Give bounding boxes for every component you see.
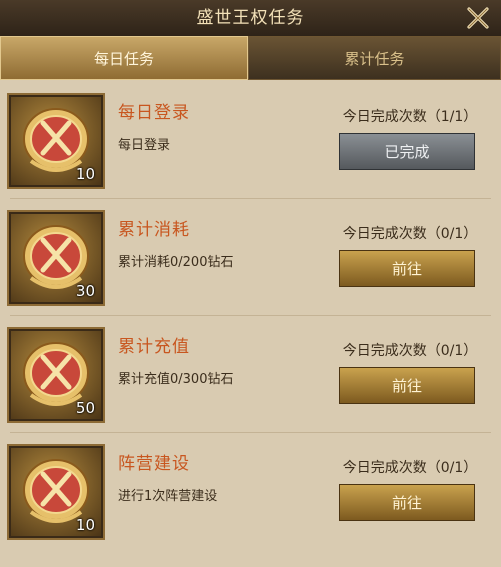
- tab-bar: 每日任务 累计任务: [0, 36, 501, 80]
- reward-item[interactable]: 10: [7, 444, 105, 540]
- task-name: 累计消耗: [118, 220, 190, 240]
- task-row: 10 阵营建设 进行1次阵营建设 今日完成次数（0/1） 前往: [0, 433, 501, 550]
- reward-count: 10: [75, 165, 95, 183]
- task-desc: 累计充值0/300钻石: [118, 372, 234, 387]
- task-desc: 累计消耗0/200钻石: [118, 255, 234, 270]
- task-name: 累计充值: [118, 337, 190, 357]
- task-desc: 进行1次阵营建设: [118, 489, 218, 504]
- tab-daily-tasks[interactable]: 每日任务: [0, 36, 248, 80]
- title-bar: 盛世王权任务: [0, 0, 501, 37]
- task-desc: 每日登录: [118, 138, 171, 153]
- reward-count: 50: [75, 399, 95, 417]
- go-button[interactable]: 前往: [339, 250, 475, 287]
- completed-button[interactable]: 已完成: [339, 133, 475, 170]
- task-progress: 今日完成次数（0/1）: [342, 460, 478, 476]
- window-title: 盛世王权任务: [196, 8, 305, 28]
- task-progress: 今日完成次数（0/1）: [342, 343, 478, 359]
- task-row: 50 累计充值 累计充值0/300钻石 今日完成次数（0/1） 前往: [0, 316, 501, 433]
- reward-count: 30: [75, 282, 95, 300]
- reward-item[interactable]: 30: [7, 210, 105, 306]
- task-row: 30 累计消耗 累计消耗0/200钻石 今日完成次数（0/1） 前往: [0, 199, 501, 316]
- go-button[interactable]: 前往: [339, 367, 475, 404]
- reward-item[interactable]: 50: [7, 327, 105, 423]
- tab-cumulative-tasks[interactable]: 累计任务: [248, 36, 501, 80]
- task-progress: 今日完成次数（1/1）: [342, 109, 478, 125]
- reward-item[interactable]: 10: [7, 93, 105, 189]
- task-name: 阵营建设: [118, 454, 190, 474]
- go-button[interactable]: 前往: [339, 484, 475, 521]
- reward-count: 10: [75, 516, 95, 534]
- task-row: 10 每日登录 每日登录 今日完成次数（1/1） 已完成: [0, 82, 501, 199]
- task-progress: 今日完成次数（0/1）: [342, 226, 478, 242]
- task-panel: 盛世王权任务 每日任务 累计任务 10 每日登录 每日登录 今日完成次数（1/1…: [0, 0, 501, 567]
- close-icon[interactable]: [463, 3, 493, 33]
- task-name: 每日登录: [118, 103, 190, 123]
